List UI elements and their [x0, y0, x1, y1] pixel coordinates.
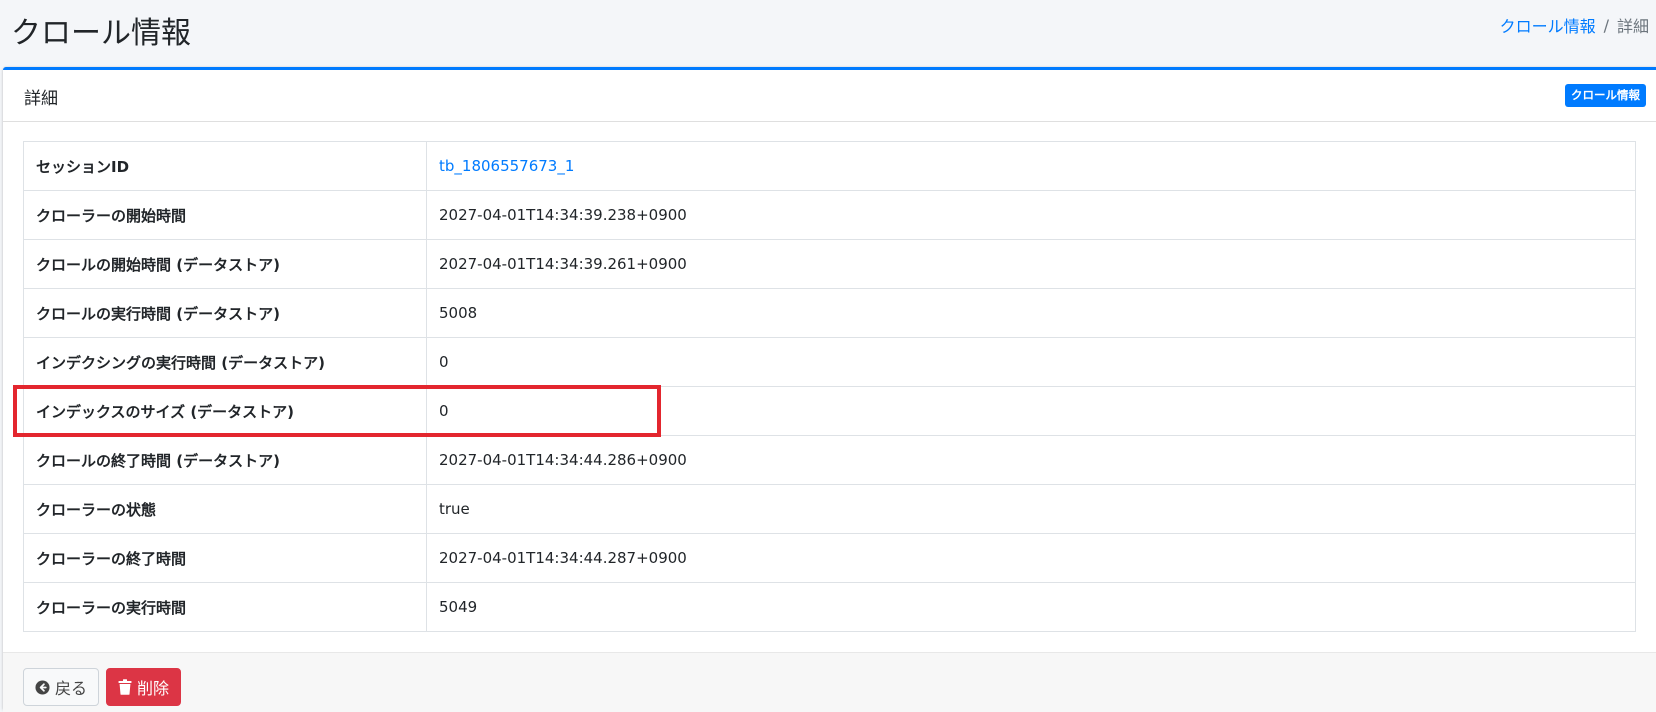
row-label: クローラーの実行時間 — [23, 582, 427, 632]
row-value-session-id: tb_1806557673_1 — [426, 141, 1636, 191]
table-row: クローラーの状態 true — [23, 484, 1636, 534]
breadcrumb-separator: / — [1603, 15, 1609, 35]
back-button-label: 戻る — [55, 679, 88, 698]
card-footer: 戻る 削除 — [3, 652, 1656, 712]
trash-icon — [118, 679, 132, 695]
card-title: 詳細 — [24, 89, 58, 109]
table-row: クロールの実行時間 (データストア) 5008 — [23, 288, 1636, 338]
table-row-index-size: インデックスのサイズ (データストア) 0 — [23, 386, 1636, 436]
row-label-session-id: セッションID — [23, 141, 427, 191]
table-row: クローラーの実行時間 5049 — [23, 582, 1636, 632]
back-button[interactable]: 戻る — [23, 668, 100, 706]
row-label: クロールの実行時間 (データストア) — [23, 288, 427, 338]
row-value: 5049 — [426, 582, 1636, 632]
row-label: インデクシングの実行時間 (データストア) — [23, 337, 427, 387]
row-label: クロールの開始時間 (データストア) — [23, 239, 427, 289]
arrow-circle-left-icon — [35, 679, 50, 695]
row-value: 2027-04-01T14:34:44.286+0900 — [426, 435, 1636, 485]
row-value: 2027-04-01T14:34:39.238+0900 — [426, 190, 1636, 240]
breadcrumb-crawl-info-link[interactable]: クロール情報 — [1500, 13, 1596, 37]
delete-button-label: 削除 — [137, 679, 170, 698]
row-value: 5008 — [426, 288, 1636, 338]
row-label-index-size: インデックスのサイズ (データストア) — [23, 386, 427, 436]
row-value-index-size: 0 — [426, 386, 1636, 436]
row-value: 0 — [426, 337, 1636, 387]
card-body: セッションID tb_1806557673_1 クローラーの開始時間 2027-… — [3, 122, 1656, 644]
breadcrumb: クロール情報 / 詳細 — [1500, 13, 1649, 37]
delete-button[interactable]: 削除 — [106, 668, 182, 706]
row-label: クローラーの開始時間 — [23, 190, 427, 240]
row-value: true — [426, 484, 1636, 534]
row-label: クローラーの状態 — [23, 484, 427, 534]
row-label: クロールの終了時間 (データストア) — [23, 435, 427, 485]
crawl-info-button[interactable]: クロール情報 — [1565, 84, 1646, 107]
table-row: クローラーの開始時間 2027-04-01T14:34:39.238+0900 — [23, 190, 1636, 240]
detail-table: セッションID tb_1806557673_1 クローラーの開始時間 2027-… — [23, 141, 1636, 632]
table-row: クロールの開始時間 (データストア) 2027-04-01T14:34:39.2… — [23, 239, 1636, 289]
table-row: クローラーの終了時間 2027-04-01T14:34:44.287+0900 — [23, 533, 1636, 583]
page-title: クロール情報 — [11, 16, 191, 51]
row-label: クローラーの終了時間 — [23, 533, 427, 583]
row-value: 2027-04-01T14:34:39.261+0900 — [426, 239, 1636, 289]
session-id-link[interactable]: tb_1806557673_1 — [439, 157, 574, 175]
breadcrumb-current: 詳細 — [1616, 17, 1649, 36]
content-header: クロール情報 クロール情報 / 詳細 — [0, 0, 1656, 68]
table-row: インデクシングの実行時間 (データストア) 0 — [23, 337, 1636, 387]
table-row: クロールの終了時間 (データストア) 2027-04-01T14:34:44.2… — [23, 435, 1636, 485]
card-header: 詳細 クロール情報 — [3, 70, 1656, 122]
row-value: 2027-04-01T14:34:44.287+0900 — [426, 533, 1636, 583]
table-row: セッションID tb_1806557673_1 — [23, 141, 1636, 191]
detail-card: 詳細 クロール情報 セッションID tb_1806557673_1 クローラーの… — [3, 67, 1656, 712]
